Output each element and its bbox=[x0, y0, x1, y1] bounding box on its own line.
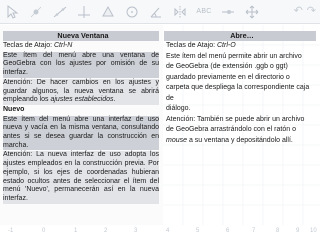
axis-label: 8 bbox=[276, 228, 280, 234]
nuevo-title: Nuevo bbox=[3, 105, 25, 113]
attention-rest: a su ventana y depositándolo allí. bbox=[187, 136, 293, 144]
shortcut-value: Ctrl-O bbox=[216, 42, 236, 49]
line-icon[interactable] bbox=[51, 3, 69, 21]
undo-redo-group: ↶ ↷ bbox=[294, 4, 316, 17]
x-axis-labels: -1 0 1 2 3 4 5 6 7 8 9 10 bbox=[0, 228, 320, 240]
axis-label: -1 bbox=[8, 228, 14, 234]
shortcut-value: Ctrl-N bbox=[53, 42, 73, 49]
abre-line: carpeta que despliega la correspondiente… bbox=[166, 84, 310, 91]
attention-italic: ajustes establecidos bbox=[50, 96, 114, 104]
nuevo-description: Este ítem del menú abre una interfaz de … bbox=[3, 115, 159, 151]
attention-suffix: . bbox=[113, 96, 116, 104]
nueva-ventana-header: Nueva Ventana bbox=[3, 31, 159, 41]
undo-icon[interactable]: ↶ bbox=[294, 4, 303, 17]
axis-label: 5 bbox=[196, 228, 200, 234]
reflect-icon[interactable] bbox=[171, 3, 189, 21]
shortcut-label: Teclas de Atajo: bbox=[3, 42, 54, 49]
mouse-italic: mouse bbox=[166, 136, 188, 144]
abre-line: diálogo. bbox=[166, 105, 191, 112]
slider-icon[interactable] bbox=[219, 3, 237, 21]
abre-attention-line: de GeoGebra arrastrándolo con el ratón o bbox=[166, 126, 296, 133]
move-view-icon[interactable] bbox=[243, 3, 261, 21]
redo-icon[interactable]: ↷ bbox=[307, 4, 316, 17]
abre-header: Abre… bbox=[164, 31, 316, 41]
abre-shortcut: Teclas de Atajo: Ctrl-O bbox=[166, 41, 318, 52]
shortcut-label: Teclas de Atajo: bbox=[166, 42, 217, 49]
nueva-ventana-description: Este ítem del menú abre una ventana de G… bbox=[3, 51, 159, 78]
abre-line: guardado previamente en el directorio o bbox=[166, 73, 290, 81]
abre-attention-line: Atención: También se puede abrir un arch… bbox=[166, 115, 305, 123]
abre-column: Abre… Teclas de Atajo: Ctrl-O Este ítem … bbox=[164, 31, 318, 147]
axis-label: 2 bbox=[104, 228, 108, 234]
text-tool-icon[interactable]: ABC bbox=[195, 3, 213, 21]
axis-label: 10 bbox=[310, 228, 317, 234]
axis-label: 4 bbox=[166, 228, 170, 234]
text-tool-label: ABC bbox=[196, 8, 212, 15]
abre-line: Este ítem del menú permite abrir un arch… bbox=[166, 52, 302, 60]
nueva-ventana-shortcut: Teclas de Atajo: Ctrl-N bbox=[3, 42, 159, 51]
nueva-ventana-attention: Atención: De hacer cambios en los ajuste… bbox=[3, 78, 159, 105]
nuevo-attention: Atención: La nueva interfaz de uso adopt… bbox=[3, 151, 159, 204]
axis-label: 9 bbox=[296, 228, 300, 234]
axis-label: 6 bbox=[226, 228, 230, 234]
axis-label: 1 bbox=[74, 228, 78, 234]
axis-label: 3 bbox=[134, 228, 138, 234]
angle-icon[interactable] bbox=[147, 3, 165, 21]
abre-line: de GeoGebra (de extensión .ggb o ggt) bbox=[166, 63, 288, 70]
circle-icon[interactable] bbox=[123, 3, 141, 21]
geogebra-toolbar: ABC ↶ ↷ bbox=[0, 0, 320, 24]
point-icon[interactable] bbox=[27, 3, 45, 21]
perpendicular-icon[interactable] bbox=[75, 3, 93, 21]
axis-label: 7 bbox=[252, 228, 256, 234]
move-icon[interactable] bbox=[3, 3, 21, 21]
polygon-icon[interactable] bbox=[99, 3, 117, 21]
nueva-ventana-column: Nueva Ventana Teclas de Atajo: Ctrl-N Es… bbox=[3, 31, 159, 204]
abre-line: de bbox=[166, 94, 174, 102]
axis-label: 0 bbox=[42, 228, 46, 234]
abre-attention-line: mouse a su ventana y depositándolo allí. bbox=[166, 136, 318, 147]
